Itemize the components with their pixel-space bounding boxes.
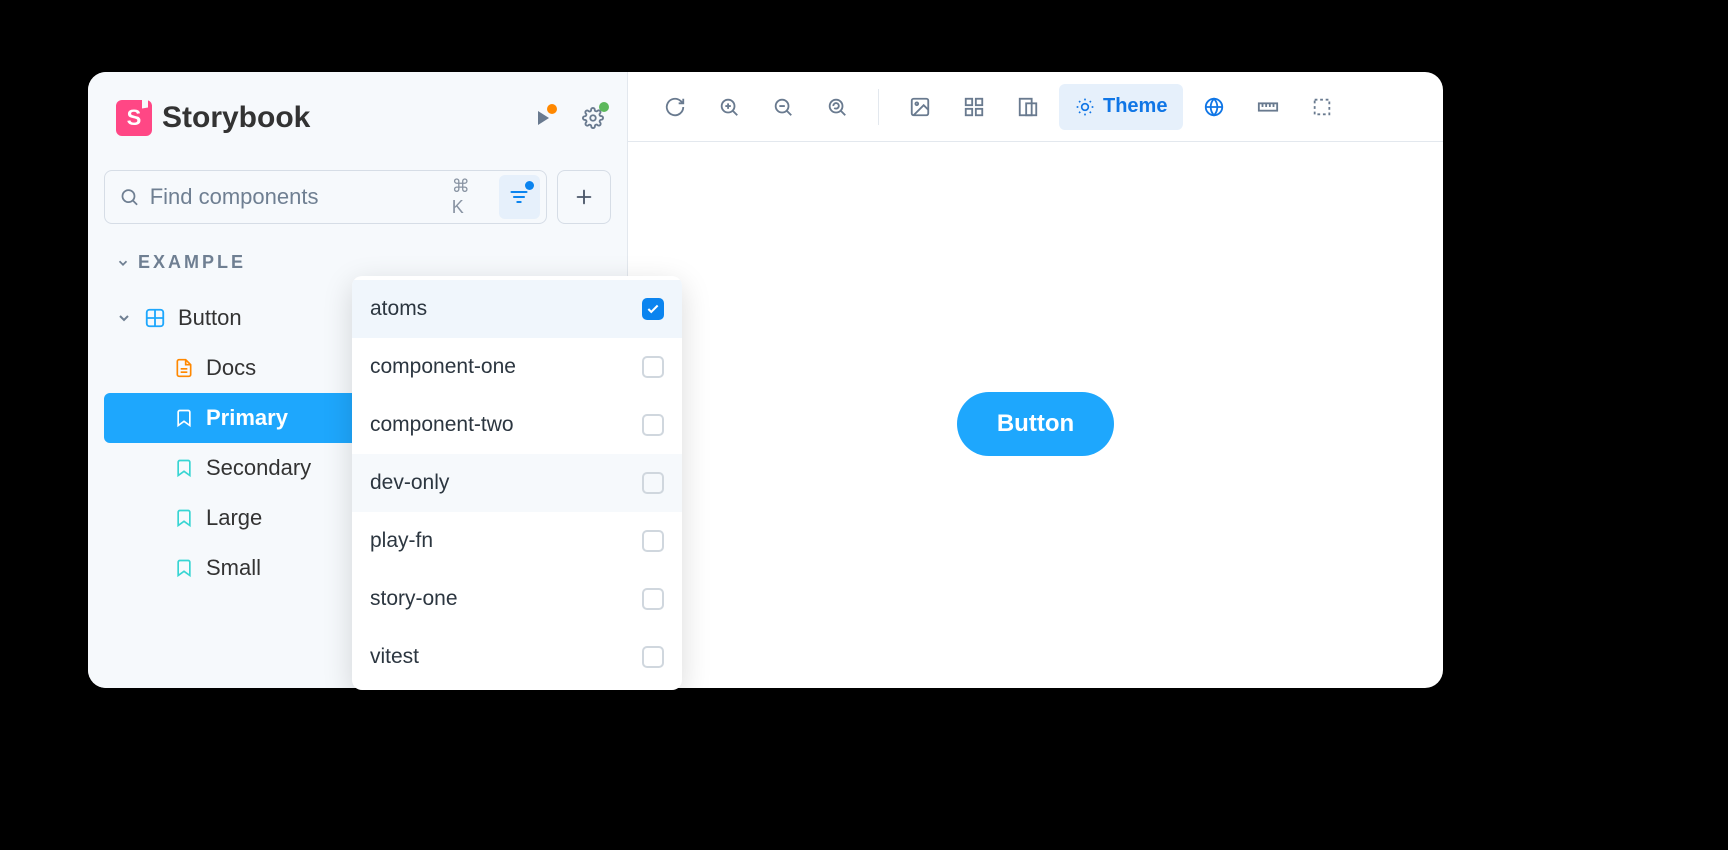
component-icon <box>144 307 166 329</box>
sun-icon <box>1075 97 1095 117</box>
filter-option-component-one[interactable]: component-one <box>352 338 682 396</box>
grid-icon <box>963 96 985 118</box>
theme-button[interactable]: Theme <box>1059 84 1183 130</box>
background-button[interactable] <box>897 84 943 130</box>
tree-item-label: Large <box>206 505 262 531</box>
sidebar-header: S Storybook <box>88 100 627 136</box>
filter-button[interactable] <box>499 175 540 219</box>
filter-option-atoms[interactable]: atoms <box>352 280 682 338</box>
search-input[interactable] <box>150 184 438 210</box>
notification-dot-green <box>599 102 609 112</box>
document-icon <box>174 358 194 378</box>
toolbar: Theme <box>628 72 1443 142</box>
zoom-reset-icon <box>826 96 848 118</box>
add-button[interactable] <box>557 170 611 224</box>
theme-label: Theme <box>1103 95 1167 118</box>
tree-item-label: Button <box>178 305 242 331</box>
canvas: Button <box>628 142 1443 688</box>
filter-option-vitest[interactable]: vitest <box>352 628 682 686</box>
settings-button[interactable] <box>575 100 611 136</box>
toolbar-divider <box>878 89 879 125</box>
globe-icon <box>1203 96 1225 118</box>
bookmark-icon <box>174 458 194 478</box>
filter-option-play-fn[interactable]: play-fn <box>352 512 682 570</box>
zoom-in-button[interactable] <box>706 84 752 130</box>
checkbox[interactable] <box>642 356 664 378</box>
zoom-out-button[interactable] <box>760 84 806 130</box>
filter-option-label: story-one <box>370 587 458 611</box>
filter-option-label: atoms <box>370 297 427 321</box>
bookmark-icon <box>174 508 194 528</box>
search-icon <box>119 186 140 208</box>
tree-item-label: Secondary <box>206 455 311 481</box>
bookmark-icon <box>174 408 194 428</box>
filter-option-dev-only[interactable]: dev-only <box>352 454 682 512</box>
search-box[interactable]: ⌘ K <box>104 170 547 224</box>
zoom-out-icon <box>772 96 794 118</box>
tree-item-label: Docs <box>206 355 256 381</box>
plus-icon <box>573 186 595 208</box>
tree-item-label: Small <box>206 555 261 581</box>
notification-dot-orange <box>547 104 557 114</box>
section-label: EXAMPLE <box>138 252 246 273</box>
filter-option-label: vitest <box>370 645 419 669</box>
filter-option-label: component-one <box>370 355 516 379</box>
outline-icon <box>1311 96 1333 118</box>
search-row: ⌘ K <box>88 170 627 224</box>
checkbox[interactable] <box>642 588 664 610</box>
zoom-reset-button[interactable] <box>814 84 860 130</box>
checkbox[interactable] <box>642 298 664 320</box>
checkbox[interactable] <box>642 646 664 668</box>
measure-button[interactable] <box>1245 84 1291 130</box>
logo[interactable]: S Storybook <box>116 100 310 136</box>
section-header-example[interactable]: EXAMPLE <box>88 252 627 273</box>
image-icon <box>909 96 931 118</box>
outline-button[interactable] <box>1299 84 1345 130</box>
reload-icon <box>664 96 686 118</box>
filter-option-label: component-two <box>370 413 514 437</box>
filter-option-label: dev-only <box>370 471 449 495</box>
logo-badge: S <box>116 100 152 136</box>
logo-text: Storybook <box>162 101 310 135</box>
main: Theme Button <box>628 72 1443 688</box>
filter-option-component-two[interactable]: component-two <box>352 396 682 454</box>
checkbox[interactable] <box>642 414 664 436</box>
checkbox[interactable] <box>642 472 664 494</box>
viewport-button[interactable] <box>1005 84 1051 130</box>
run-button[interactable] <box>525 100 561 136</box>
reload-button[interactable] <box>652 84 698 130</box>
bookmark-icon <box>174 558 194 578</box>
app-window: S Storybook ⌘ K <box>88 72 1443 688</box>
locale-button[interactable] <box>1191 84 1237 130</box>
ruler-icon <box>1257 96 1279 118</box>
filter-option-story-one[interactable]: story-one <box>352 570 682 628</box>
filter-dropdown: atoms component-one component-two dev-only p… <box>352 276 682 690</box>
zoom-in-icon <box>718 96 740 118</box>
filter-icon <box>509 187 529 207</box>
header-actions <box>525 100 611 136</box>
viewport-icon <box>1017 96 1039 118</box>
demo-button[interactable]: Button <box>957 392 1114 456</box>
filter-active-dot <box>525 181 534 190</box>
grid-button[interactable] <box>951 84 997 130</box>
checkbox[interactable] <box>642 530 664 552</box>
chevron-down-icon <box>116 310 132 326</box>
search-shortcut: ⌘ K <box>448 176 489 218</box>
chevron-down-icon <box>116 256 130 270</box>
tree-item-label: Primary <box>206 405 288 431</box>
filter-option-label: play-fn <box>370 529 433 553</box>
